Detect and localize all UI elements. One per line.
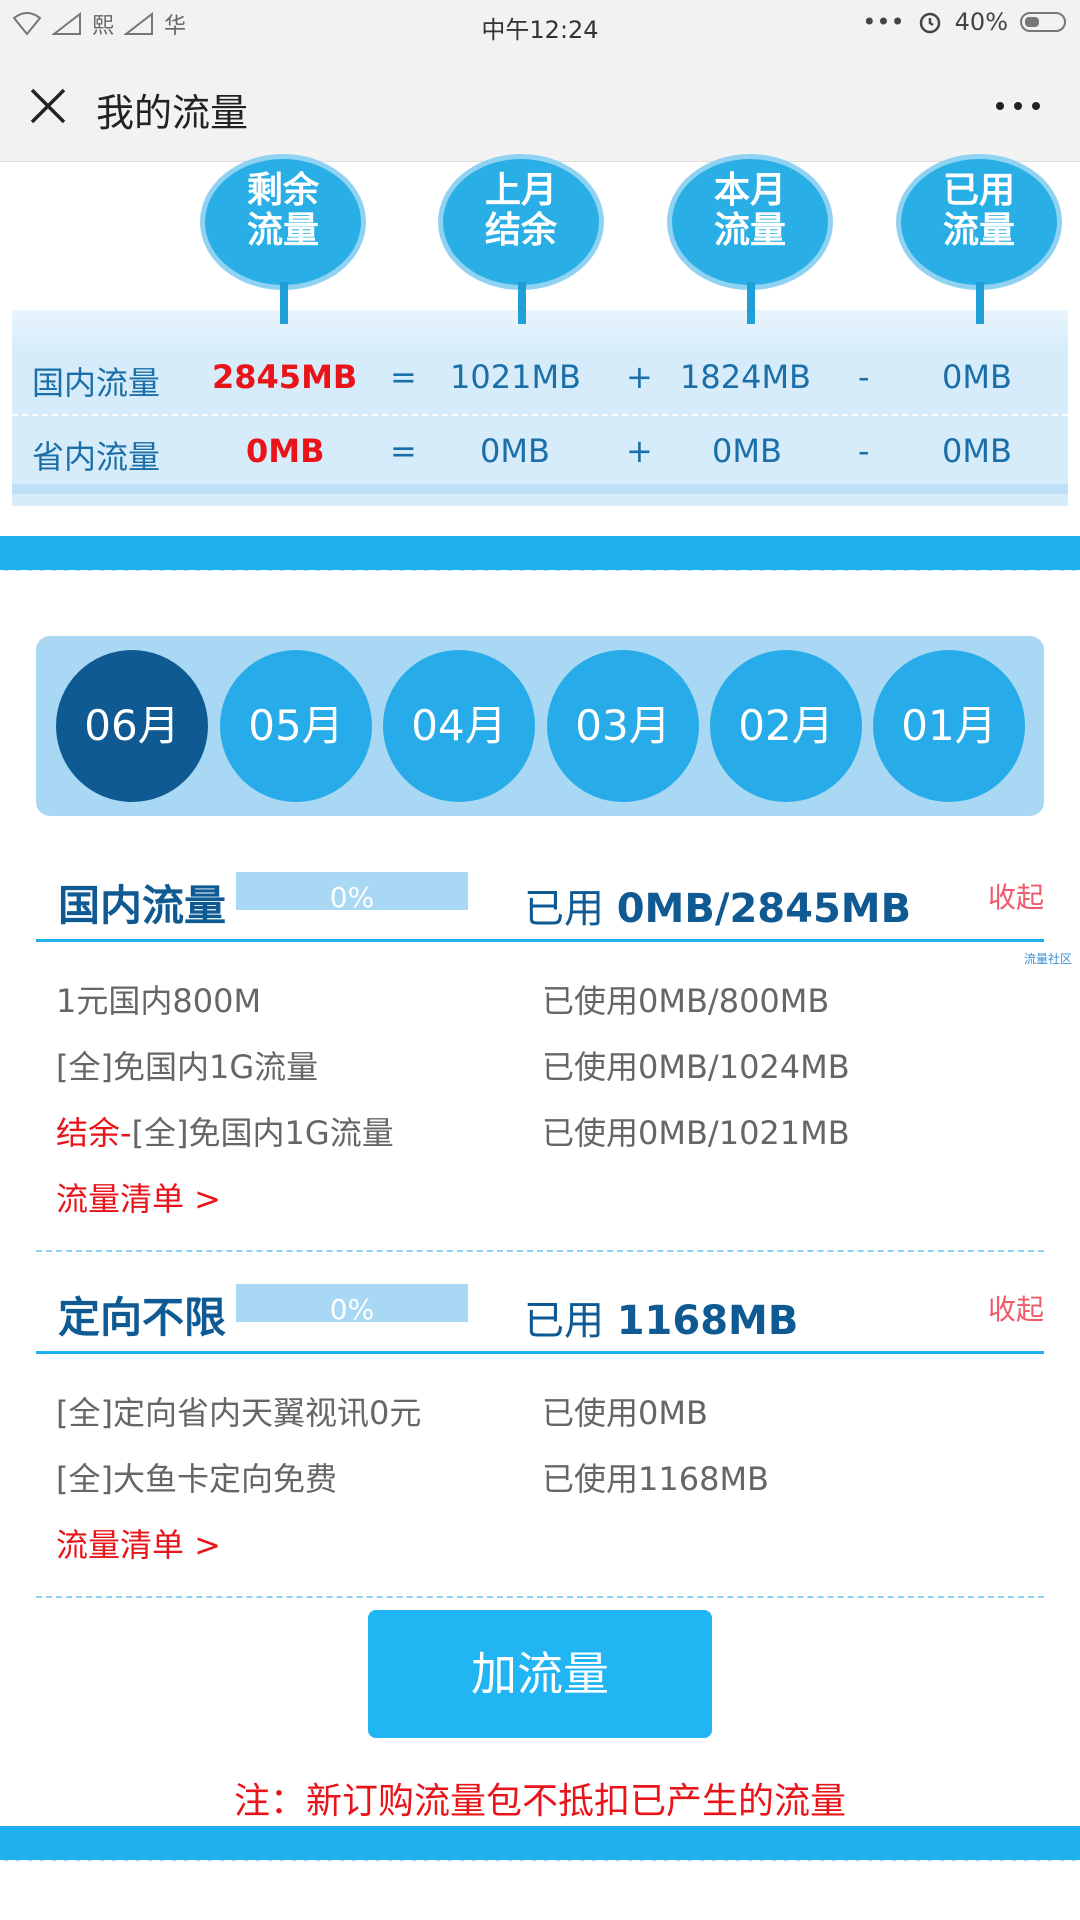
used-summary: 已用 1168MB — [524, 1288, 798, 1346]
collapse-button[interactable]: 收起 — [988, 1288, 1044, 1328]
equals-sign: = — [390, 358, 417, 396]
month-tab-05[interactable]: 05月 — [220, 650, 372, 802]
last-month-value: 1021MB — [450, 358, 581, 396]
battery-icon — [1020, 12, 1066, 32]
community-link[interactable]: 流量社区 — [1024, 950, 1072, 967]
plus-sign: + — [626, 358, 653, 396]
month-tabs: 06月 05月 04月 03月 02月 01月 — [36, 636, 1044, 816]
package-name: [全]大鱼卡定向免费 — [56, 1460, 337, 1498]
header-this-month: 本月 流量 — [667, 154, 833, 290]
package-usage: 已使用0MB/800MB — [542, 982, 830, 1020]
row-label: 省内流量 — [32, 438, 161, 476]
status-right: ••• 40% — [862, 8, 1066, 36]
section-domestic-header: 国内流量 0% 已用 0MB/2845MB 收起 — [36, 862, 1044, 942]
dashed-divider — [36, 1250, 1044, 1252]
header-used: 已用 流量 — [896, 154, 1062, 290]
title-bar: 我的流量 — [0, 52, 1080, 162]
package-name: [全]定向省内天翼视讯0元 — [56, 1394, 422, 1432]
data-summary: 剩余 流量 上月 结余 本月 流量 已用 流量 国内流量 2845MB = 1021MB… — [0, 154, 1080, 506]
minus-sign: - — [858, 358, 870, 396]
section-title: 定向不限 — [58, 1293, 227, 1342]
month-tab-06[interactable]: 06月 — [56, 650, 208, 802]
package-usage: 已使用1168MB — [542, 1460, 770, 1498]
package-name: [全]免国内1G流量 — [131, 1114, 394, 1152]
minus-sign: - — [858, 432, 870, 470]
package-usage: 已使用0MB/1024MB — [542, 1048, 850, 1086]
plus-sign: + — [626, 432, 653, 470]
header-this-month-label: 本月 流量 — [713, 170, 786, 251]
stem — [518, 282, 526, 324]
stem — [976, 282, 984, 324]
remaining-value: 2845MB — [212, 358, 358, 396]
summary-table-bottom — [12, 484, 1068, 494]
purchase-note: 注：新订购流量包不抵扣已产生的流量 — [233, 1781, 846, 1822]
row-label: 国内流量 — [32, 364, 161, 402]
last-month-value: 0MB — [480, 432, 550, 470]
header-last-month: 上月 结余 — [438, 154, 604, 290]
header-last-month-label: 上月 结余 — [484, 170, 557, 251]
close-icon[interactable] — [24, 82, 72, 130]
section-directed-header: 定向不限 0% 已用 1168MB 收起 — [36, 1274, 1044, 1354]
more-status-icon: ••• — [862, 8, 905, 36]
this-month-value: 1824MB — [680, 358, 811, 396]
more-options-icon[interactable] — [990, 86, 1046, 126]
section-title: 国内流量 — [58, 881, 227, 930]
this-month-value: 0MB — [712, 432, 782, 470]
stem — [280, 282, 288, 324]
package-usage: 已使用0MB/1021MB — [542, 1114, 850, 1152]
summary-row-provincial: 省内流量 0MB = 0MB + 0MB - 0MB — [12, 414, 1068, 486]
remaining-value: 0MB — [246, 432, 325, 470]
package-name: 1元国内800M — [56, 982, 262, 1020]
wave-band-top — [0, 536, 1080, 576]
used-value: 0MB — [942, 358, 1012, 396]
used-amount: 0MB/2845MB — [616, 886, 912, 932]
usage-progress-bar: 0% — [236, 1284, 468, 1322]
summary-row-domestic: 国内流量 2845MB = 1021MB + 1824MB - 0MB — [12, 340, 1068, 412]
month-tab-01[interactable]: 01月 — [873, 650, 1025, 802]
header-remaining-label: 剩余 流量 — [246, 170, 319, 251]
wave-band-bottom — [0, 1826, 1080, 1866]
used-summary: 已用 0MB/2845MB — [524, 876, 911, 934]
package-name: [全]免国内1G流量 — [56, 1048, 319, 1086]
usage-detail-link[interactable]: 流量清单 > — [56, 1174, 221, 1220]
month-tab-04[interactable]: 04月 — [383, 650, 535, 802]
header-remaining: 剩余 流量 — [200, 154, 366, 290]
collapse-button[interactable]: 收起 — [988, 876, 1044, 916]
equals-sign: = — [390, 432, 417, 470]
used-amount: 1168MB — [616, 1298, 799, 1344]
used-prefix: 已用 — [524, 1298, 604, 1344]
dashed-divider — [36, 1596, 1044, 1598]
usage-detail-link[interactable]: 流量清单 > — [56, 1520, 221, 1566]
used-prefix: 已用 — [524, 886, 604, 932]
status-bar: 熙 华 中午12:24 ••• 40% — [0, 0, 1080, 52]
alarm-icon — [919, 12, 940, 34]
carryover-prefix: 结余- — [56, 1114, 132, 1152]
month-tab-02[interactable]: 02月 — [710, 650, 862, 802]
used-value: 0MB — [942, 432, 1012, 470]
add-data-button[interactable]: 加流量 — [368, 1610, 712, 1738]
month-tab-03[interactable]: 03月 — [547, 650, 699, 802]
battery-percent: 40% — [954, 8, 1008, 36]
page-title: 我的流量 — [96, 91, 249, 135]
header-used-label: 已用 流量 — [942, 170, 1015, 251]
usage-progress-bar: 0% — [236, 872, 468, 910]
package-name-carryover: 结余-[全]免国内1G流量 — [56, 1108, 394, 1154]
package-usage: 已使用0MB — [542, 1394, 708, 1432]
stem — [747, 282, 755, 324]
